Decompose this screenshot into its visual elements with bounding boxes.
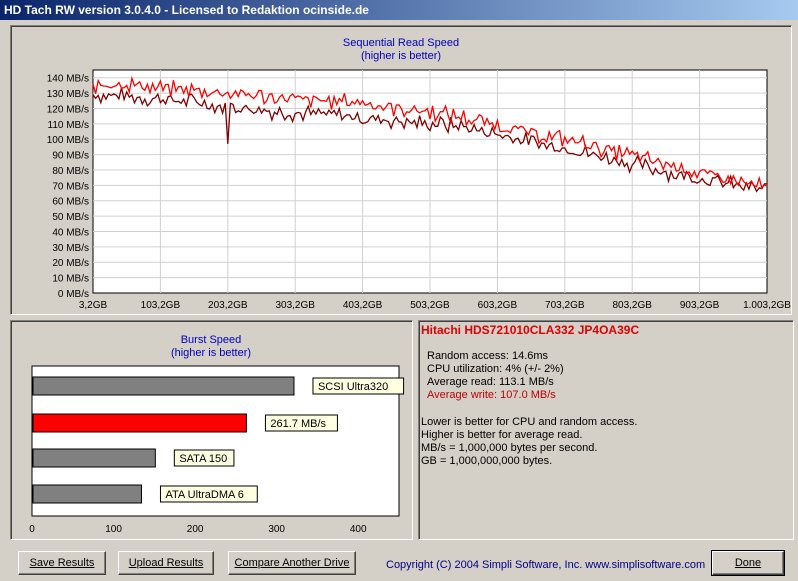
- burst-bar: [32, 376, 295, 396]
- burst-bar: [32, 448, 156, 468]
- note-mbs: MB/s = 1,000,000 bytes per second.: [421, 442, 598, 454]
- x-tick-label: 603,2GB: [478, 300, 518, 311]
- y-tick-label: 90 MB/s: [52, 151, 89, 162]
- done-button[interactable]: Done: [711, 550, 785, 576]
- burst-x-tick-label: 200: [187, 524, 204, 535]
- upload-results-button[interactable]: Upload Results: [118, 551, 214, 575]
- y-tick-label: 80 MB/s: [52, 166, 89, 177]
- x-tick-label: 903,2GB: [680, 300, 720, 311]
- y-tick-label: 130 MB/s: [47, 89, 89, 100]
- cpu-utilization-value: CPU utilization: 4% (+/- 2%): [427, 363, 564, 375]
- burst-bar: [32, 413, 247, 433]
- y-tick-label: 50 MB/s: [52, 212, 89, 223]
- y-tick-label: 0 MB/s: [58, 289, 89, 300]
- y-tick-label: 120 MB/s: [47, 104, 89, 115]
- burst-bar-label: 261.7 MB/s: [270, 418, 326, 430]
- note-read: Higher is better for average read.: [421, 429, 583, 441]
- sequential-chart-panel: Sequential Read Speed (higher is better)…: [10, 25, 792, 315]
- burst-chart-panel: Burst Speed (higher is better) 0 100 200 30…: [10, 320, 413, 540]
- drive-name: Hitachi HDS721010CLA332 JP4OA39C: [421, 323, 640, 337]
- burst-bar: [32, 484, 142, 504]
- random-access-value: Random access: 14.6ms: [427, 350, 549, 362]
- y-tick-label: 70 MB/s: [52, 181, 89, 192]
- burst-x-tick-label: 0: [29, 524, 35, 535]
- x-tick-label: 403,2GB: [343, 300, 383, 311]
- y-tick-label: 20 MB/s: [52, 258, 89, 269]
- save-results-button[interactable]: Save Results: [18, 551, 106, 575]
- burst-chart: 0 100 200 300 400 SCSI Ultra320 261.7 MB/s SATA…: [29, 365, 405, 535]
- burst-bar-label: SCSI Ultra320: [318, 381, 388, 393]
- y-tick-label: 40 MB/s: [52, 227, 89, 238]
- info-panel: Hitachi HDS721010CLA332 JP4OA39C Random …: [418, 320, 794, 540]
- x-tick-label: 203,2GB: [208, 300, 248, 311]
- x-tick-label: 303,2GB: [275, 300, 315, 311]
- note-cpu: Lower is better for CPU and random acces…: [421, 416, 638, 428]
- x-tick-label: 3,2GB: [79, 300, 108, 311]
- y-tick-label: 10 MB/s: [52, 274, 89, 285]
- burst-x-tick-label: 400: [350, 524, 367, 535]
- burst-x-tick-label: 300: [268, 524, 285, 535]
- x-tick-label: 503,2GB: [410, 300, 450, 311]
- burst-bar-label: ATA UltraDMA 6: [165, 489, 243, 501]
- average-write-value: Average write: 107.0 MB/s: [427, 389, 556, 401]
- sequential-chart: 140 MB/s 130 MB/s 120 MB/s 110 MB/s 100 MB/s…: [47, 69, 791, 311]
- copyright-text: Copyright (C) 2004 Simpli Software, Inc.…: [386, 559, 706, 571]
- x-tick-label: 1.003,2GB: [743, 300, 791, 311]
- x-tick-label: 703,2GB: [545, 300, 585, 311]
- y-tick-label: 30 MB/s: [52, 243, 89, 254]
- y-tick-label: 60 MB/s: [52, 197, 89, 208]
- y-tick-label: 100 MB/s: [47, 135, 89, 146]
- y-tick-label: 110 MB/s: [48, 120, 90, 131]
- x-tick-label: 803,2GB: [612, 300, 652, 311]
- average-read-value: Average read: 113.1 MB/s: [427, 376, 554, 388]
- window-title: HD Tach RW version 3.0.4.0 - Licensed to…: [0, 0, 798, 20]
- y-tick-label: 140 MB/s: [47, 74, 89, 85]
- compare-drive-button[interactable]: Compare Another Drive: [228, 551, 356, 575]
- burst-bar-label: SATA 150: [179, 453, 227, 465]
- x-tick-label: 103,2GB: [141, 300, 181, 311]
- burst-x-tick-label: 100: [105, 524, 122, 535]
- note-gb: GB = 1,000,000,000 bytes.: [421, 455, 553, 467]
